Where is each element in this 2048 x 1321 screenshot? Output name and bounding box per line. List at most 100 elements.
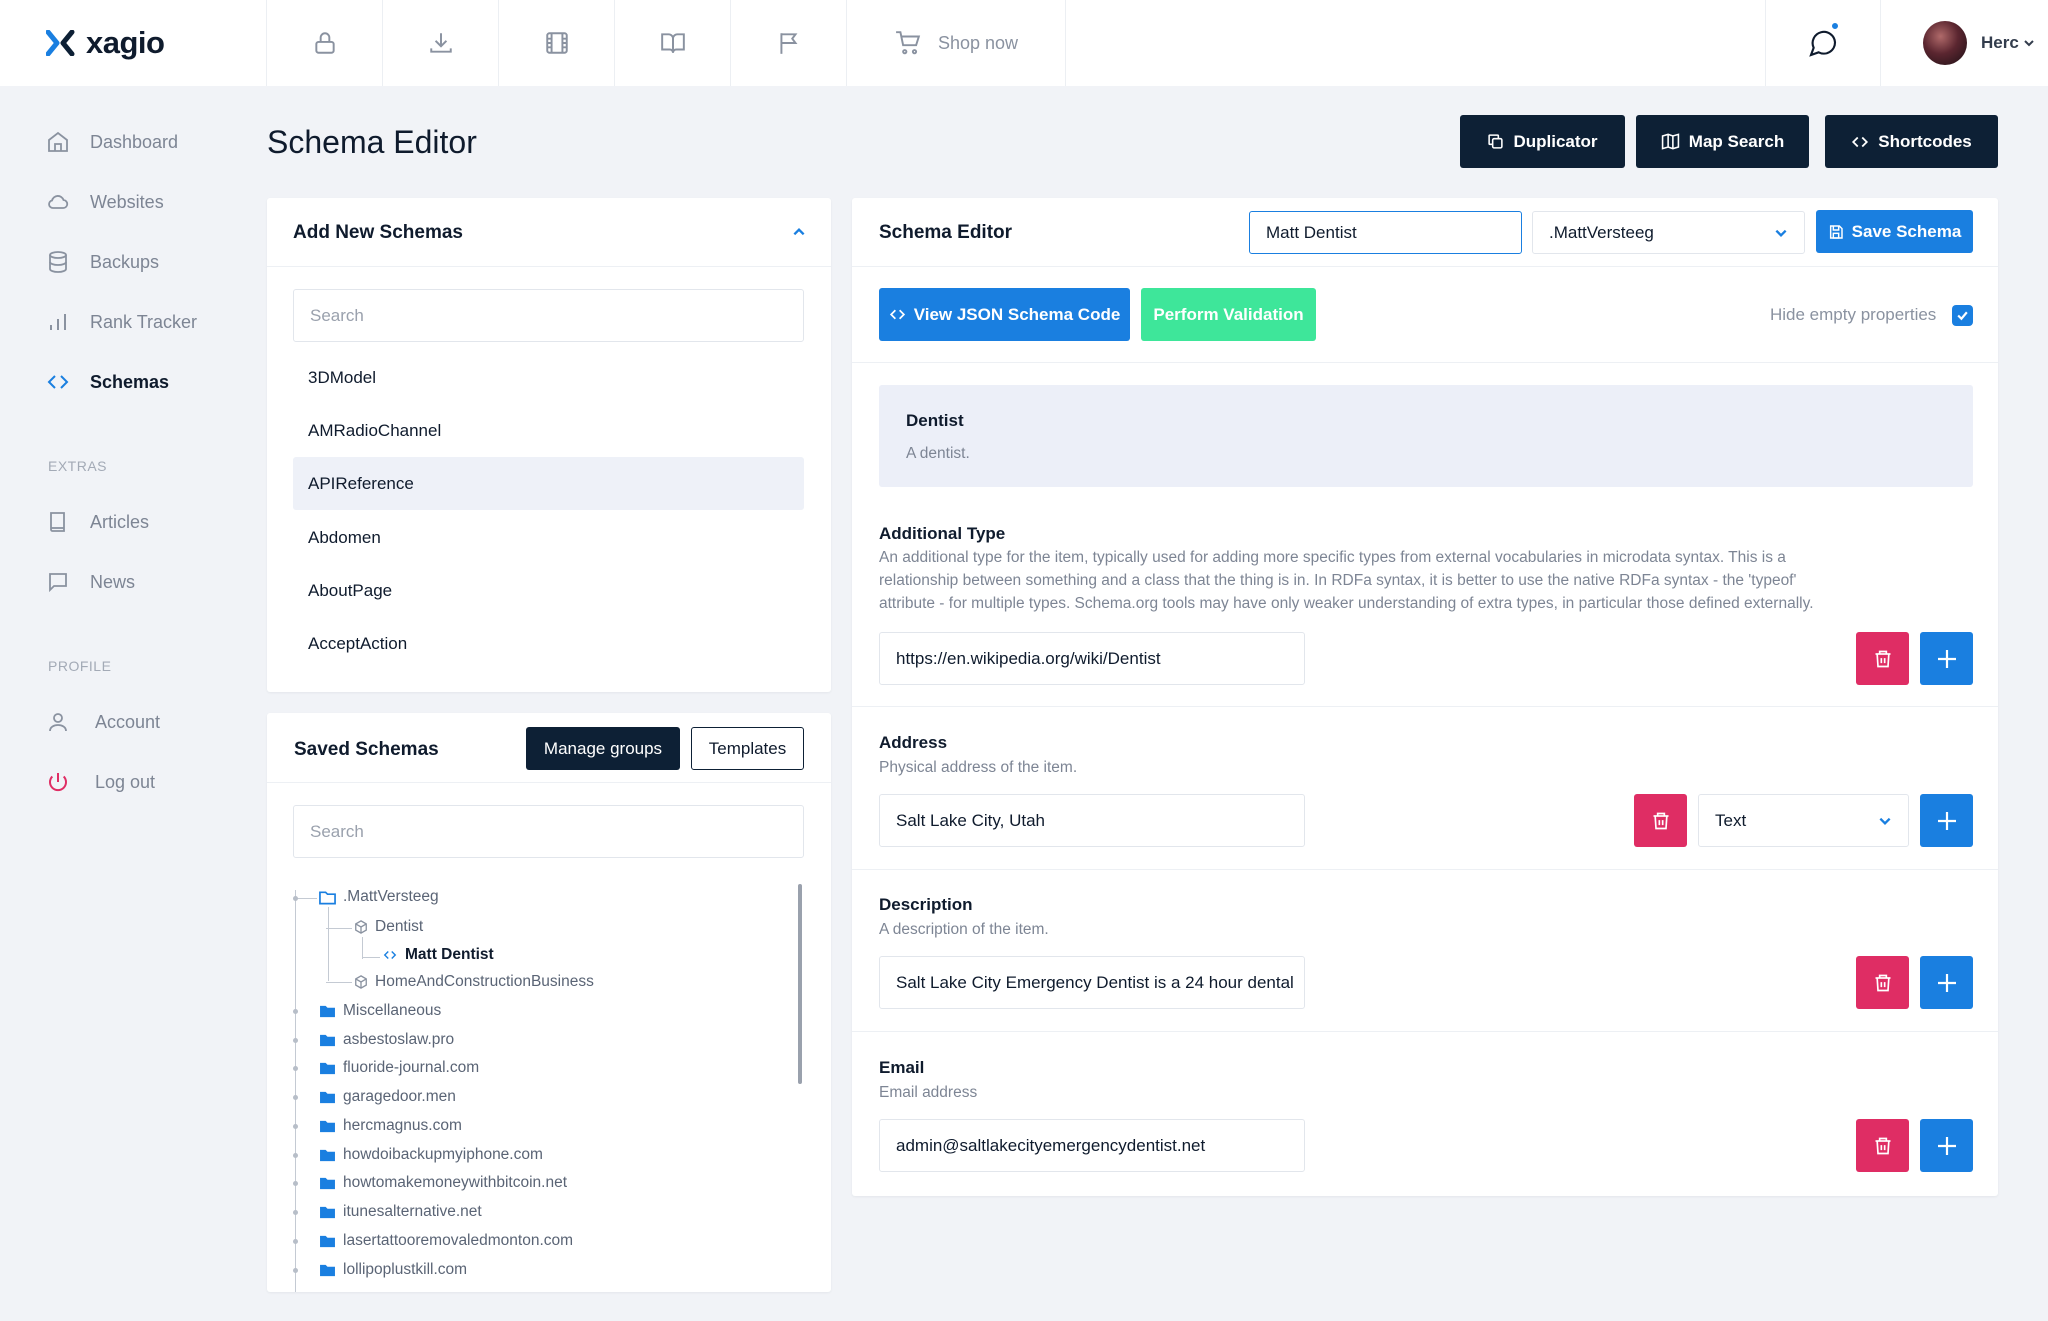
tree-folder[interactable]: fluoride-journal.com bbox=[319, 1059, 479, 1077]
film-icon bbox=[545, 32, 568, 54]
schema-editor-card bbox=[852, 198, 1998, 1196]
tree-folder-mattversteeg[interactable]: .MattVersteeg bbox=[319, 888, 439, 906]
sidebar-item-websites[interactable]: Websites bbox=[46, 190, 164, 214]
add-email-button[interactable] bbox=[1920, 1119, 1973, 1172]
view-json-label: View JSON Schema Code bbox=[913, 304, 1121, 324]
delete-address-button[interactable] bbox=[1634, 794, 1687, 847]
schema-name-input[interactable] bbox=[1249, 211, 1522, 254]
save-schema-button[interactable]: Save Schema bbox=[1816, 210, 1973, 253]
notification-dot bbox=[1830, 21, 1840, 31]
duplicator-button[interactable]: Duplicator bbox=[1460, 115, 1625, 168]
schema-list-item-acceptaction[interactable]: AcceptAction bbox=[293, 617, 804, 670]
user-menu[interactable]: Herc bbox=[1881, 0, 2048, 86]
code-icon bbox=[47, 375, 69, 389]
user-icon bbox=[49, 713, 67, 732]
sidebar-item-label: Account bbox=[95, 711, 161, 732]
view-json-button[interactable]: View JSON Schema Code bbox=[879, 288, 1130, 341]
tree-node-dentist[interactable]: Dentist bbox=[354, 918, 423, 936]
additional-type-input[interactable] bbox=[879, 632, 1305, 685]
tree-folder[interactable]: lasertattooremovaledmonton.com bbox=[319, 1232, 573, 1250]
sidebar-item-backups[interactable]: Backups bbox=[46, 250, 159, 274]
copy-icon bbox=[1488, 134, 1504, 149]
tree-label: Miscellaneous bbox=[343, 1002, 442, 1019]
perform-validation-button[interactable]: Perform Validation bbox=[1141, 288, 1316, 341]
sidebar-item-articles[interactable]: Articles bbox=[46, 510, 149, 534]
hide-empty-checkbox[interactable] bbox=[1952, 305, 1973, 326]
delete-email-button[interactable] bbox=[1856, 1119, 1909, 1172]
shortcodes-button[interactable]: Shortcodes bbox=[1825, 115, 1998, 168]
schema-list-item-amradiochannel[interactable]: AMRadioChannel bbox=[293, 404, 804, 457]
tree-scrollbar[interactable] bbox=[798, 884, 802, 1084]
sidebar-item-rank-tracker[interactable]: Rank Tracker bbox=[46, 310, 197, 334]
sidebar-item-schemas[interactable]: Schemas bbox=[46, 370, 169, 394]
sidebar-item-label: Rank Tracker bbox=[90, 311, 198, 332]
tree-folder[interactable]: garagedoor.men bbox=[319, 1088, 456, 1106]
add-additional-type-button[interactable] bbox=[1920, 632, 1973, 685]
folder-icon bbox=[320, 1177, 335, 1190]
tree-line bbox=[326, 982, 352, 983]
tree-dot bbox=[293, 1210, 298, 1215]
schema-list-item-3dmodel[interactable]: 3DModel bbox=[293, 351, 804, 404]
sidebar-item-label: News bbox=[90, 571, 136, 592]
group-select[interactable]: .MattVersteeg bbox=[1532, 211, 1805, 254]
saved-schema-search-input[interactable] bbox=[293, 805, 804, 858]
card-divider bbox=[852, 1031, 1998, 1032]
tree-label: .MattVersteeg bbox=[343, 888, 439, 905]
address-input[interactable] bbox=[879, 794, 1305, 847]
tree-folder[interactable]: Miscellaneous bbox=[319, 1002, 441, 1020]
templates-button[interactable]: Templates bbox=[691, 727, 804, 770]
sidebar-item-label: Schemas bbox=[90, 371, 170, 392]
address-title: Address bbox=[879, 733, 948, 752]
tree-folder[interactable]: hercmagnus.com bbox=[319, 1117, 462, 1135]
tree-folder[interactable]: howtomakemoneywithbitcoin.net bbox=[319, 1174, 567, 1192]
group-select-value: .MattVersteeg bbox=[1549, 222, 1654, 242]
sidebar-item-news[interactable]: News bbox=[46, 570, 135, 594]
folder-icon bbox=[320, 1149, 335, 1162]
cart-icon bbox=[896, 31, 921, 55]
film-tool-button[interactable] bbox=[499, 0, 615, 86]
cube-icon bbox=[355, 975, 367, 989]
schema-list-item-apireference[interactable]: APIReference bbox=[293, 457, 804, 510]
tree-folder[interactable]: itunesalternative.net bbox=[319, 1203, 482, 1221]
map-search-button[interactable]: Map Search bbox=[1636, 115, 1809, 168]
lock-tool-button[interactable] bbox=[267, 0, 383, 86]
email-input[interactable] bbox=[879, 1119, 1305, 1172]
desc-line: attribute - for multiple types. Schema.o… bbox=[879, 595, 1814, 612]
folder-icon bbox=[320, 1264, 335, 1277]
sidebar-item-label: Websites bbox=[90, 191, 164, 212]
tree-folder[interactable]: asbestoslaw.pro bbox=[319, 1031, 454, 1049]
book-tool-button[interactable] bbox=[615, 0, 731, 86]
tree-dot bbox=[293, 1153, 298, 1158]
delete-additional-type-button[interactable] bbox=[1856, 632, 1909, 685]
tree-folder[interactable]: lollipoplustkill.com bbox=[319, 1261, 467, 1279]
schema-list-item-aboutpage[interactable]: AboutPage bbox=[293, 564, 804, 617]
add-address-button[interactable] bbox=[1920, 794, 1973, 847]
tree-node-matt-dentist[interactable]: Matt Dentist bbox=[382, 946, 494, 964]
cloud-icon bbox=[48, 195, 69, 209]
description-input[interactable] bbox=[879, 956, 1305, 1009]
flag-tool-button[interactable] bbox=[731, 0, 847, 86]
plus-icon bbox=[1937, 1136, 1956, 1155]
plus-icon bbox=[1937, 811, 1956, 830]
schema-search-input[interactable] bbox=[293, 289, 804, 342]
logo[interactable]: xagio bbox=[0, 0, 267, 86]
email-desc: Email address bbox=[879, 1084, 978, 1101]
tree-node-home-construction[interactable]: HomeAndConstructionBusiness bbox=[354, 973, 594, 991]
tree-folder[interactable]: howdoibackupmyiphone.com bbox=[319, 1146, 543, 1164]
download-tool-button[interactable] bbox=[383, 0, 499, 86]
delete-description-button[interactable] bbox=[1856, 956, 1909, 1009]
tree-line bbox=[295, 890, 296, 1292]
desc-line: An additional type for the item, typical… bbox=[879, 549, 1786, 566]
schema-list-item-abdomen[interactable]: Abdomen bbox=[293, 511, 804, 564]
card-divider bbox=[852, 869, 1998, 870]
shop-now-button[interactable]: Shop now bbox=[847, 0, 1066, 86]
tree-label: lasertattooremovaledmonton.com bbox=[343, 1232, 574, 1249]
sidebar-item-dashboard[interactable]: Dashboard bbox=[46, 130, 178, 154]
address-type-select[interactable]: Text bbox=[1698, 794, 1909, 847]
sidebar-item-logout[interactable]: Log out bbox=[46, 770, 155, 794]
messages-button[interactable] bbox=[1765, 0, 1881, 86]
sidebar-item-account[interactable]: Account bbox=[46, 710, 160, 734]
manage-groups-button[interactable]: Manage groups bbox=[526, 727, 680, 770]
chevron-up-icon[interactable] bbox=[792, 225, 806, 239]
add-description-button[interactable] bbox=[1920, 956, 1973, 1009]
